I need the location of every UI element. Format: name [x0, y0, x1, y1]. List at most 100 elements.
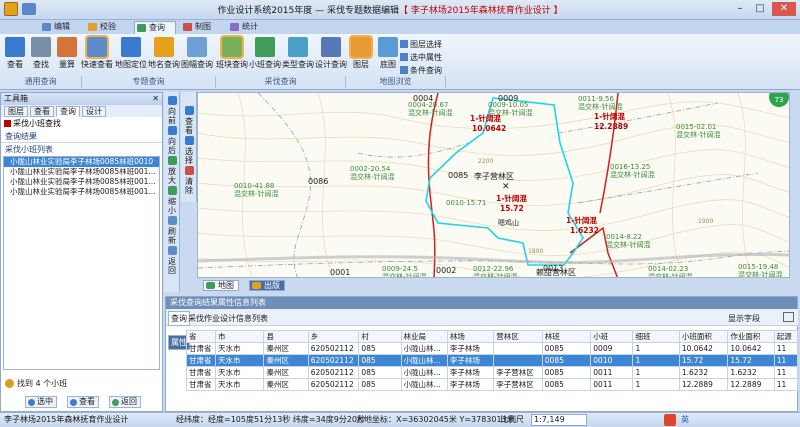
compartment-label: 0009 [498, 94, 518, 103]
place-name-query-button[interactable]: 地名查询 [148, 37, 180, 70]
result-subheader: 查询 采伐作业设计信息列表 显示字段 [166, 309, 798, 326]
maximize-button[interactable]: □ [752, 2, 768, 16]
tab-map[interactable]: 地图 [203, 280, 239, 291]
column-header[interactable]: 作业面积 [727, 330, 775, 343]
list-item[interactable]: 小陇山林业实验局李子林场0085林班001... [4, 187, 159, 197]
clear-button[interactable]: 清除 [183, 166, 195, 195]
map-sheet-query-button[interactable]: 图幅查询 [181, 37, 213, 70]
view-result-button[interactable]: 查看 [67, 396, 99, 408]
view-button[interactable]: 查看 [4, 37, 26, 70]
quick-view-button[interactable]: 快速查看 [81, 35, 113, 70]
return-button[interactable]: 返回 [166, 246, 178, 275]
list-item[interactable]: 小陇山林业实验局李子林场0085林班001... [4, 177, 159, 187]
look-button[interactable]: 查看 [183, 106, 195, 135]
stand-type: 混交林-针阔混 [408, 108, 453, 117]
column-header[interactable]: 林班 [541, 330, 592, 343]
compartment-label: 0086 [308, 177, 328, 186]
stand-label: 0002-20.54 [350, 165, 391, 173]
ime-mode[interactable]: 英 [681, 413, 689, 427]
choose-button[interactable]: 选择 [183, 136, 195, 165]
type-query-button[interactable]: 类型查询 [282, 37, 314, 70]
design-value: 12.2889 [594, 122, 628, 131]
selected-attr-button[interactable]: 选中属性 [400, 52, 442, 63]
column-header[interactable]: 市 [214, 330, 265, 343]
table-cell: 李子林场 [446, 354, 495, 367]
scale-input[interactable]: 1:7,149 [531, 414, 587, 426]
column-header[interactable]: 营林区 [493, 330, 543, 343]
table-cell: 李子林场 [446, 366, 495, 379]
column-header[interactable]: 林业局 [400, 330, 448, 343]
side-tab-query[interactable]: 查询 [168, 311, 190, 326]
close-button[interactable]: ✕ [772, 2, 796, 16]
table-cell: 12.2889 [678, 378, 729, 391]
basemap-button[interactable]: 底图 [377, 37, 399, 70]
design-query-button[interactable]: 设计查询 [315, 37, 347, 70]
layer-button[interactable]: 图层 [349, 35, 373, 70]
forward-button[interactable]: 向前 [166, 96, 178, 125]
table-row[interactable]: 甘肃省 天水市 秦州区 620502112 085 小陇山林... 李子林场 李子营林区 008… [186, 366, 799, 379]
column-header[interactable]: 小班 [590, 330, 634, 343]
list-item[interactable]: 小陇山林业实验局李子林场0085林班0010 [4, 157, 159, 167]
list-item[interactable]: 小陇山林业实验局李子林场0085林班001... [4, 167, 159, 177]
stand-query-button[interactable]: 小班查询 [249, 37, 281, 70]
select-button[interactable]: 选中 [25, 396, 57, 408]
tab-statistics[interactable]: 统计 [228, 21, 268, 34]
column-header[interactable]: 细班 [632, 330, 680, 343]
tab-query[interactable]: 查询 [134, 21, 176, 34]
stand-type: 混交林-针阔混 [676, 130, 721, 139]
design-value: 1.6232 [570, 226, 599, 235]
close-icon[interactable]: ✕ [152, 93, 159, 105]
compartment-label: 0002 [436, 266, 456, 275]
table-row[interactable]: 甘肃省 天水市 秦州区 620502112 085 小陇山林... 李子林场 0085 0010… [186, 354, 799, 367]
column-header[interactable]: 乡 [307, 330, 360, 343]
zoom-in-button[interactable]: 放大 [166, 156, 178, 185]
stand-label: 0016-13.25 [610, 163, 650, 171]
tab-mapping[interactable]: 制图 [181, 21, 221, 34]
measure-button[interactable]: 量算 [56, 37, 78, 70]
minimize-button[interactable]: – [732, 2, 748, 16]
table-row[interactable]: 甘肃省 天水市 秦州区 620502112 085 小陇山林... 李子林场 0085 0009… [186, 342, 799, 355]
column-header[interactable]: 林场 [446, 330, 495, 343]
tool-strip: 查看 选择 清除 [181, 92, 197, 202]
condition-query-button[interactable]: 条件查询 [400, 65, 442, 76]
table-cell: 1.6232 [727, 366, 775, 379]
tab-edit[interactable]: 编辑 [40, 21, 80, 34]
column-header[interactable]: 县 [263, 330, 309, 343]
edit-fields-icon[interactable] [783, 312, 794, 322]
column-header[interactable]: 起源 [773, 330, 799, 343]
column-header[interactable]: 省 [186, 330, 216, 343]
table-cell: 0085 [541, 354, 592, 367]
column-header[interactable]: 村 [358, 330, 402, 343]
toolbox-tab-layer[interactable]: 图层 [4, 106, 28, 117]
block-query-button[interactable]: 班块查询 [216, 35, 248, 70]
ime-icon[interactable] [664, 414, 676, 426]
layer-select-button[interactable]: 图层选择 [400, 39, 442, 50]
find-button[interactable]: 查找 [30, 37, 52, 70]
table-cell: 1 [632, 378, 680, 391]
table-cell: 天水市 [214, 342, 265, 355]
backward-button[interactable]: 向后 [166, 126, 178, 155]
design-value: 15.72 [500, 204, 524, 213]
column-header[interactable]: 小班面积 [678, 330, 729, 343]
tab-validate[interactable]: 校验 [86, 21, 132, 34]
zoom-out-button[interactable]: 缩小 [166, 186, 178, 215]
table-cell: 天水市 [214, 354, 265, 367]
table-cell: 甘肃省 [186, 354, 216, 367]
show-fields-button[interactable]: 显示字段 [728, 313, 760, 324]
map-locate-button[interactable]: 地图定位 [115, 37, 147, 70]
table-row[interactable]: 甘肃省 天水市 秦州区 620502112 085 小陇山林... 李子林场 李子营林区 008… [186, 378, 799, 391]
toolbox-tab-query[interactable]: 查询 [56, 106, 80, 117]
toolbox-tab-view[interactable]: 查看 [30, 106, 54, 117]
tab-publish[interactable]: 出版 [249, 280, 285, 291]
toolbox-tab-design[interactable]: 设计 [82, 106, 106, 117]
group-harvest: 采伐查询 [216, 76, 346, 88]
layer-select-icon [400, 40, 408, 48]
found-count: 找到 4 个小班 [5, 378, 67, 389]
table-cell: 0085 [541, 342, 592, 355]
refresh-button[interactable]: 刷新 [166, 216, 178, 245]
table-cell: 1.6232 [678, 366, 729, 379]
back-button[interactable]: 返回 [109, 396, 141, 408]
quick-access-icon[interactable] [22, 3, 36, 15]
map-view[interactable]: 0004-20.67 混交林-针阔混 0009-10.05 混交林-针阔混 0011… [197, 92, 790, 278]
compartment-label: 0011 [584, 93, 604, 95]
